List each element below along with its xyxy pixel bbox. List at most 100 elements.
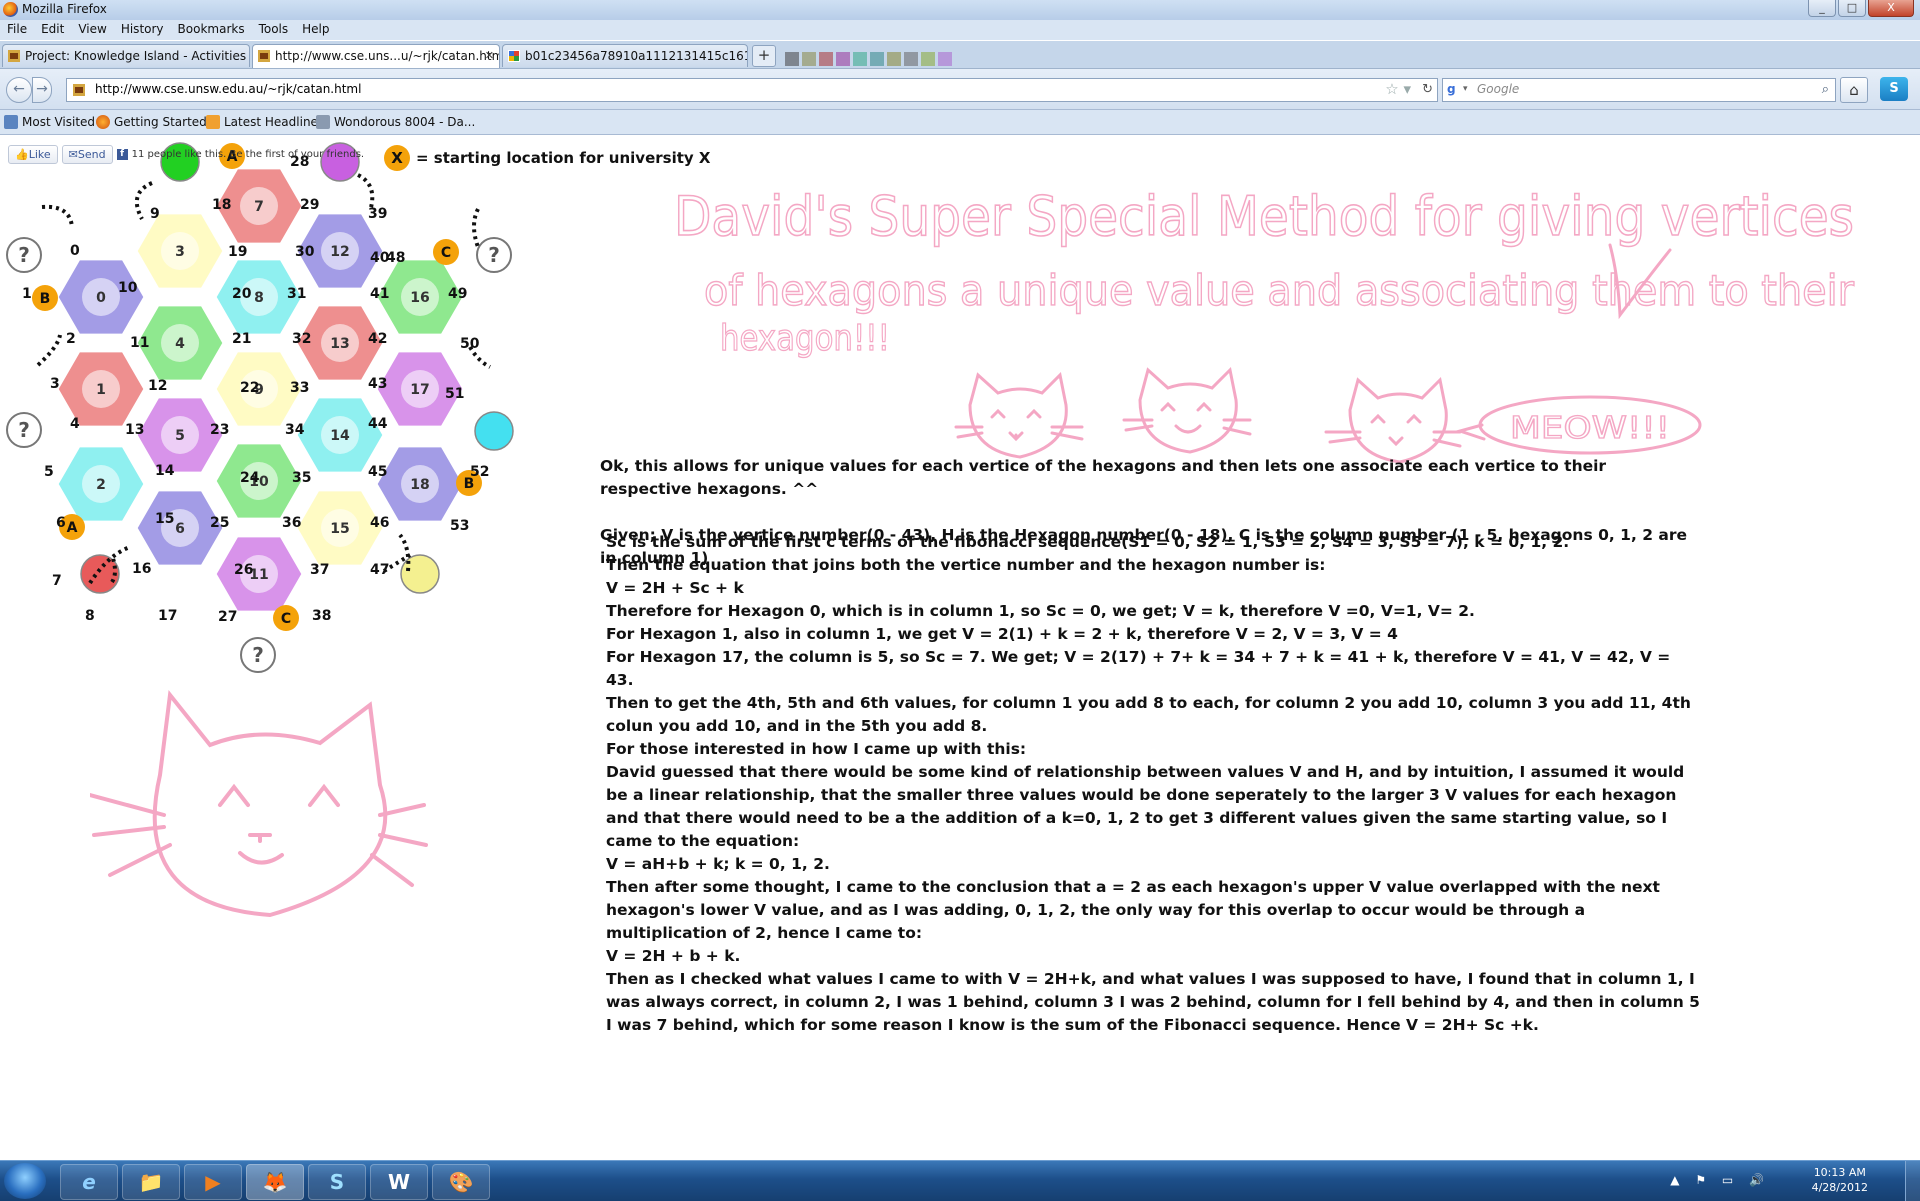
start-button[interactable]: [4, 1163, 46, 1199]
url-bar[interactable]: http://www.cse.unsw.edu.au/~rjk/catan.ht…: [66, 78, 1438, 102]
vertex-label: 30: [295, 244, 315, 260]
text-line: For Hexagon 1, also in column 1, we get …: [606, 625, 1398, 643]
vertex-label: 34: [285, 422, 305, 438]
tab-image[interactable]: b01c23456a78910a1112131415c161...: [502, 44, 748, 67]
word-icon: W: [387, 1170, 411, 1194]
vertex-label: 8: [85, 608, 95, 624]
menu-view[interactable]: View: [71, 20, 113, 38]
catan-board: 0123456789101112131415161718? ???ABCABC01…: [6, 142, 514, 673]
text-line: Then as I checked what values I came to …: [606, 970, 1700, 1034]
new-tab-button[interactable]: +: [752, 45, 776, 67]
maximize-button[interactable]: □: [1838, 0, 1866, 17]
minimize-button[interactable]: _: [1808, 0, 1836, 17]
port-dotted-arc: [472, 208, 480, 248]
taskbar-file-explorer[interactable]: 📁: [122, 1164, 180, 1200]
menu-edit[interactable]: Edit: [34, 20, 71, 38]
vertex-label: 43: [368, 376, 387, 392]
like-label: Like: [28, 148, 51, 161]
vertex-label: 44: [368, 416, 388, 432]
menu-help[interactable]: Help: [295, 20, 336, 38]
search-engine-dropdown-icon[interactable]: ▾: [1463, 79, 1468, 100]
facebook-like-widget: 👍Like ✉Send f 11 people like this. Be th…: [8, 145, 364, 164]
svg-text:?: ?: [488, 243, 500, 267]
text-line: V = aH+b + k; k = 0, 1, 2.: [606, 855, 830, 873]
send-label: Send: [77, 148, 106, 161]
taskbar-paint[interactable]: 🎨: [432, 1164, 490, 1200]
hex-tile: 14: [294, 395, 386, 475]
vertex-label: 14: [155, 463, 175, 479]
facebook-logo-icon: f: [116, 149, 128, 160]
port-question-icon: ?: [6, 412, 42, 448]
port-question-icon: ?: [6, 237, 42, 273]
search-icon[interactable]: ⌕: [1822, 79, 1829, 100]
menu-bookmarks[interactable]: Bookmarks: [171, 20, 252, 38]
bookmark-getting-started[interactable]: Getting Started: [96, 115, 207, 129]
vertex-label: 39: [368, 206, 387, 222]
firefox-icon: [3, 2, 18, 17]
vertex-label: 24: [240, 470, 260, 486]
taskbar-word[interactable]: W: [370, 1164, 428, 1200]
text-line: V = 2H + Sc + k: [606, 579, 744, 597]
vertex-label: 53: [450, 518, 469, 534]
hex-tile: 11: [213, 534, 305, 614]
close-button[interactable]: X: [1868, 0, 1914, 17]
bookmark-most-visited[interactable]: Most Visited: [4, 115, 95, 129]
clock-date: 4/28/2012: [1811, 1181, 1868, 1194]
skype-icon: S: [1889, 81, 1899, 96]
back-button[interactable]: ←: [6, 77, 32, 103]
bookmark-star-icon[interactable]: ☆ ▾: [1385, 79, 1411, 100]
hex-number: 8: [254, 290, 264, 306]
tab-knowledge-island[interactable]: Project: Knowledge Island - Activities .…: [2, 44, 250, 67]
show-desktop-button[interactable]: [1905, 1161, 1920, 1201]
taskbar-internet-explorer[interactable]: e: [60, 1164, 118, 1200]
port-resource-icon: [474, 411, 514, 451]
forward-button[interactable]: →: [32, 77, 52, 103]
bookmark-wondorous[interactable]: Wondorous 8004 - Da...: [316, 115, 475, 129]
handwritten-title-line-2: of hexagons a unique value and associati…: [704, 266, 1855, 315]
vertex-label: 27: [218, 609, 237, 625]
thumbs-up-icon: 👍: [15, 148, 29, 161]
facebook-like-button[interactable]: 👍Like: [8, 145, 58, 164]
text-line: Therefore for Hexagon 0, which is in col…: [606, 602, 1475, 620]
system-clock[interactable]: 10:13 AM 4/28/2012: [1812, 1165, 1868, 1195]
google-search-engine-icon[interactable]: g: [1447, 82, 1462, 97]
hex-number: 18: [410, 477, 429, 493]
facebook-send-button[interactable]: ✉Send: [61, 145, 113, 164]
tab-catan[interactable]: http://www.cse.uns...u/~rjk/catan.html ✕: [252, 44, 500, 68]
search-placeholder: Google: [1477, 82, 1520, 96]
vertex-label: 7: [52, 573, 62, 589]
svg-text:?: ?: [252, 643, 264, 667]
cat-doodle-2: [1122, 366, 1252, 454]
taskbar-media-player[interactable]: ▶: [184, 1164, 242, 1200]
rss-feed-icon: [206, 115, 220, 129]
search-bar[interactable]: g ▾ Google ⌕: [1442, 78, 1836, 102]
tab-close-icon[interactable]: ✕: [485, 45, 494, 67]
window-title-bar: Mozilla Firefox _ □ X: [0, 0, 1920, 21]
vertex-label: 18: [212, 197, 231, 213]
bookmark-label: Wondorous 8004 - Da...: [334, 115, 476, 129]
taskbar-skype[interactable]: S: [308, 1164, 366, 1200]
vertex-label: 22: [240, 380, 259, 396]
port-question-icon: ?: [240, 637, 276, 673]
hex-number: 14: [330, 428, 350, 444]
reload-icon[interactable]: ↻: [1422, 79, 1433, 100]
vertex-label: 6: [56, 515, 66, 531]
svg-text:?: ?: [18, 418, 30, 442]
port-dotted-arc: [41, 204, 74, 228]
system-tray-icons[interactable]: ▲ ⚑ ▭ 🔊: [1670, 1173, 1770, 1187]
taskbar-firefox[interactable]: 🦊: [246, 1164, 304, 1200]
svg-text:B: B: [40, 291, 51, 307]
hex-number: 7: [254, 199, 264, 215]
bookmark-label: Latest Headlines: [224, 115, 325, 129]
home-button[interactable]: ⌂: [1840, 77, 1868, 103]
menu-tools[interactable]: Tools: [252, 20, 296, 38]
hex-number: 16: [410, 290, 429, 306]
menu-history[interactable]: History: [114, 20, 171, 38]
bookmark-latest-headlines[interactable]: Latest Headlines: [206, 115, 324, 129]
vertex-label: 23: [210, 422, 229, 438]
menu-file[interactable]: File: [0, 20, 34, 38]
skype-button[interactable]: S: [1880, 77, 1908, 101]
vertex-label: 26: [234, 562, 253, 578]
cat-doodle-3: [1324, 376, 1462, 464]
vertex-label: 1: [22, 286, 32, 302]
